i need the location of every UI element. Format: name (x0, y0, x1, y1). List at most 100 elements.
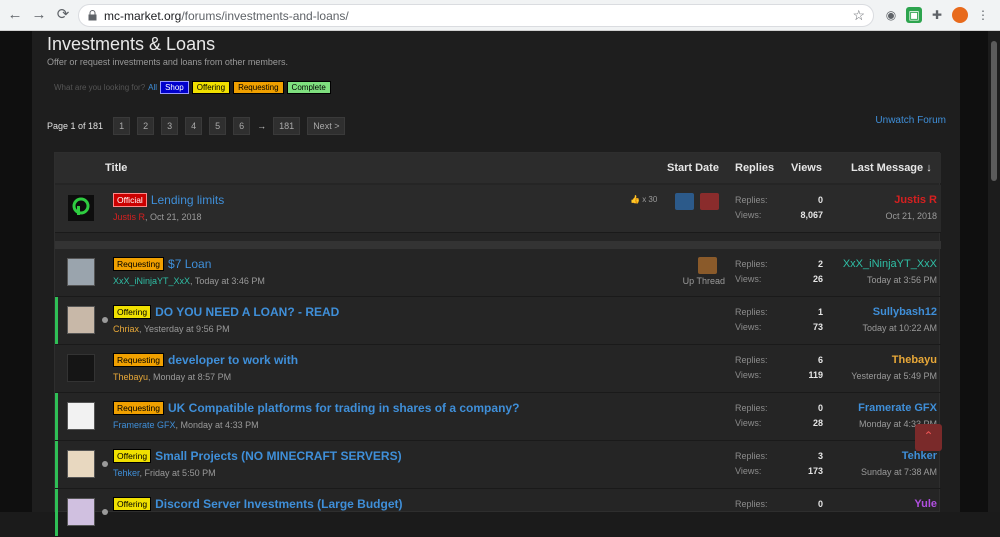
thread-date[interactable]: Oct 21, 2018 (150, 212, 202, 222)
bookmark-star-icon[interactable]: ☆ (852, 7, 865, 24)
thread-author[interactable]: Tehker (113, 468, 140, 478)
thread-row[interactable]: Requesting developer to work with Thebay… (55, 345, 941, 393)
filter-shop[interactable]: Shop (160, 81, 189, 94)
header-views[interactable]: Views (791, 162, 822, 174)
moneyhub-logo-icon (72, 197, 90, 215)
thread-date[interactable]: Yesterday at 9:56 PM (144, 324, 230, 334)
thread-author[interactable]: Framerate GFX (113, 420, 176, 430)
profile-avatar[interactable] (952, 7, 968, 23)
thread-title[interactable]: developer to work with (168, 353, 298, 367)
thread-title-line: Requesting $7 Loan (113, 257, 211, 271)
puzzle-icon[interactable]: ✚ (929, 7, 945, 23)
last-poster[interactable]: Yule (914, 498, 937, 510)
address-bar[interactable]: mc-market.org/forums/investments-and-loa… (78, 4, 874, 27)
thread-author[interactable]: Thebayu (113, 372, 148, 382)
thread-title[interactable]: UK Compatible platforms for trading in s… (168, 401, 519, 415)
last-post-date[interactable]: Oct 21, 2018 (885, 211, 937, 221)
page-scrollbar[interactable] (988, 31, 1000, 512)
last-post-date[interactable]: Sunday at 7:38 AM (861, 467, 937, 477)
prefix-requesting[interactable]: Requesting (113, 353, 165, 367)
arrow-left-icon[interactable]: ← (6, 7, 24, 23)
thread-author[interactable]: XxX_iNinjaYT_XxX (113, 276, 190, 286)
up-thread-link[interactable]: Up Thread (665, 276, 725, 286)
last-poster[interactable]: Framerate GFX (858, 402, 937, 414)
last-poster[interactable]: Sullybash12 (873, 306, 937, 318)
prefix-official[interactable]: Official (113, 193, 147, 207)
thread-row[interactable]: Offering Discord Server Investments (Lar… (55, 489, 941, 537)
thread-row[interactable]: Requesting UK Compatible platforms for t… (55, 393, 941, 441)
last-post-date[interactable]: Today at 10:22 AM (862, 323, 937, 333)
thread-row[interactable]: Offering Small Projects (NO MINECRAFT SE… (55, 441, 941, 489)
camera-icon[interactable]: ◉ (883, 7, 899, 23)
avatar[interactable] (67, 194, 95, 222)
thread-row[interactable]: Requesting $7 Loan XxX_iNinjaYT_XxX, Tod… (55, 249, 941, 297)
view-count: 119 (808, 370, 823, 380)
page-link-4[interactable]: 4 (185, 117, 203, 135)
last-poster[interactable]: Tehker (902, 450, 937, 462)
next-page-button[interactable]: Next > (307, 117, 346, 135)
page-link-6[interactable]: 6 (233, 117, 251, 135)
thread-author[interactable]: Chriax (113, 324, 139, 334)
extension-green-icon[interactable]: ▣ (906, 7, 922, 23)
page-viewport: Investments & Loans Offer or request inv… (0, 31, 1000, 537)
prefix-offering[interactable]: Offering (113, 497, 152, 511)
up-thread-icon[interactable] (698, 257, 717, 274)
filter-all[interactable]: All (148, 83, 157, 92)
replies-label: Replies: (735, 451, 768, 461)
page-link-2[interactable]: 2 (137, 117, 155, 135)
prefix-offering[interactable]: Offering (113, 305, 152, 319)
thread-author[interactable]: Justis R (113, 212, 145, 222)
avatar[interactable] (67, 354, 95, 382)
thread-title-line: Offering Small Projects (NO MINECRAFT SE… (113, 449, 402, 463)
last-post-date[interactable]: Yesterday at 5:49 PM (851, 371, 937, 381)
scrollbar-thumb[interactable] (991, 41, 997, 181)
avatar[interactable] (67, 498, 95, 526)
header-title[interactable]: Title (105, 162, 127, 174)
thread-title[interactable]: Lending limits (151, 193, 224, 207)
last-poster[interactable]: Thebayu (892, 354, 937, 366)
avatar[interactable] (67, 258, 95, 286)
menu-dots-icon[interactable]: ⋮ (975, 7, 991, 23)
page-jump-arrow[interactable]: → (257, 121, 266, 131)
view-count: 173 (807, 466, 823, 476)
filter-complete[interactable]: Complete (286, 81, 331, 94)
filter-requesting[interactable]: Requesting (233, 81, 284, 94)
thread-date[interactable]: Monday at 8:57 PM (153, 372, 231, 382)
avatar[interactable] (67, 402, 95, 430)
prefix-requesting[interactable]: Requesting (113, 401, 165, 415)
filter-label: What are you looking for? (54, 83, 146, 92)
thread-date[interactable]: Friday at 5:50 PM (145, 468, 216, 478)
scroll-to-top-button[interactable]: ⌃ (915, 424, 942, 451)
thread-title[interactable]: Small Projects (NO MINECRAFT SERVERS) (155, 449, 402, 463)
avatar[interactable] (67, 450, 95, 478)
view-count: 73 (812, 322, 823, 332)
thread-date[interactable]: Monday at 4:33 PM (181, 420, 259, 430)
page-link-1[interactable]: 1 (113, 117, 131, 135)
last-poster[interactable]: Justis R (894, 194, 937, 206)
page-link-5[interactable]: 5 (209, 117, 227, 135)
thread-row-sticky[interactable]: Official Lending limits Justis R, Oct 21… (55, 185, 941, 233)
last-post-date[interactable]: Today at 3:56 PM (867, 275, 937, 285)
prefix-offering[interactable]: Offering (113, 449, 152, 463)
avatar[interactable] (67, 306, 95, 334)
page-link-3[interactable]: 3 (161, 117, 179, 135)
thread-list-header: Title Start Date Replies Views Last Mess… (55, 153, 941, 183)
thread-title[interactable]: $7 Loan (168, 257, 211, 271)
unwatch-forum-link[interactable]: Unwatch Forum (875, 115, 946, 126)
reload-icon[interactable]: ⟳ (54, 7, 72, 23)
header-replies[interactable]: Replies (735, 162, 774, 174)
header-start-date[interactable]: Start Date (667, 162, 719, 174)
thumbs-up-icon: 👍 x 30 (630, 195, 658, 204)
prefix-requesting[interactable]: Requesting (113, 257, 165, 271)
thread-date[interactable]: Today at 3:46 PM (195, 276, 265, 286)
view-count: 8,067 (800, 210, 823, 220)
filter-offering[interactable]: Offering (191, 81, 231, 94)
page-link-last[interactable]: 181 (273, 117, 301, 135)
sticky-separator (55, 241, 941, 249)
thread-title[interactable]: DO YOU NEED A LOAN? - READ (155, 305, 339, 319)
last-poster[interactable]: XxX_iNinjaYT_XxX (843, 258, 937, 270)
thread-title[interactable]: Discord Server Investments (Large Budget… (155, 497, 402, 511)
header-last-message[interactable]: Last Message ↓ (851, 162, 932, 174)
thread-row[interactable]: Offering DO YOU NEED A LOAN? - READ Chri… (55, 297, 941, 345)
arrow-right-icon[interactable]: → (30, 7, 48, 23)
